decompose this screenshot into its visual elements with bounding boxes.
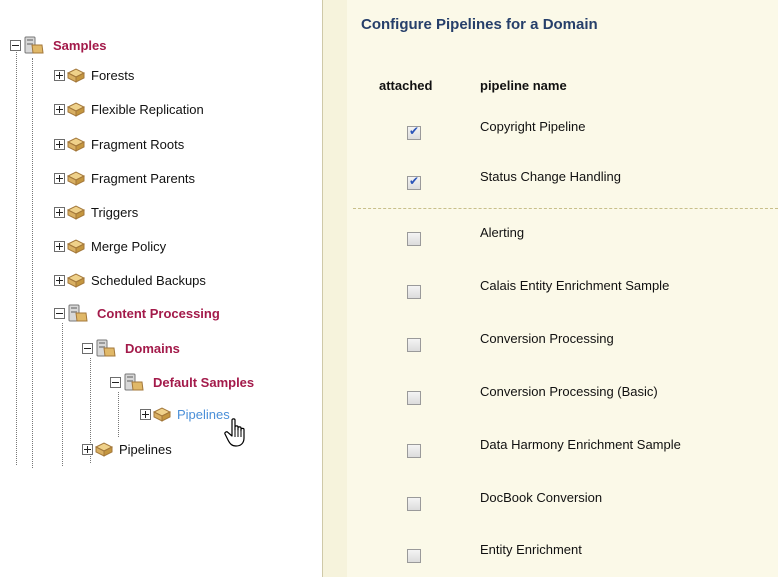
attached-checkbox[interactable] <box>407 549 421 563</box>
tree-node-samples[interactable]: Samples <box>10 34 106 56</box>
navigation-tree: Samples Forests Flexible Replication Fra… <box>0 0 322 577</box>
tree-node-fragment-roots[interactable]: Fragment Roots <box>54 133 184 155</box>
tree-node-content-processing[interactable]: Content Processing <box>54 302 220 324</box>
tree-label: Default Samples <box>153 374 255 390</box>
attached-checkbox[interactable] <box>407 232 421 246</box>
attached-checkbox[interactable] <box>407 174 421 190</box>
package-icon <box>67 136 85 152</box>
package-icon <box>67 204 85 220</box>
tree-label: Flexible Replication <box>91 101 204 117</box>
attached-checkbox[interactable] <box>407 497 421 511</box>
tree-label: Domains <box>125 340 180 356</box>
tree-node-pipelines[interactable]: Pipelines <box>82 438 172 460</box>
pipeline-name: Copyright Pipeline <box>480 119 586 134</box>
expand-icon[interactable] <box>54 103 65 115</box>
package-icon <box>67 170 85 186</box>
tree-node-forests[interactable]: Forests <box>54 64 134 86</box>
tree-connector <box>16 50 17 465</box>
tree-label: Scheduled Backups <box>91 272 206 288</box>
package-icon <box>153 406 171 422</box>
tree-label: Fragment Roots <box>91 136 185 152</box>
expand-icon[interactable] <box>82 443 93 455</box>
server-folder-icon <box>68 304 88 322</box>
pipeline-name: Alerting <box>480 225 525 240</box>
tree-label: Pipelines <box>119 441 172 457</box>
tree-label: Pipelines <box>177 406 230 422</box>
configure-pipelines-panel: Configure Pipelines for a Domain attache… <box>322 0 778 577</box>
pipeline-name: Conversion Processing (Basic) <box>480 384 658 399</box>
server-folder-icon <box>96 339 116 357</box>
tree-node-scheduled-backups[interactable]: Scheduled Backups <box>54 269 206 291</box>
collapse-icon[interactable] <box>54 307 65 319</box>
tree-label: Forests <box>91 67 135 83</box>
expand-icon[interactable] <box>54 138 65 150</box>
tree-node-fragment-parents[interactable]: Fragment Parents <box>54 167 195 189</box>
pipeline-name: Status Change Handling <box>480 169 621 184</box>
package-icon <box>67 67 85 83</box>
package-icon <box>67 272 85 288</box>
tree-connector <box>32 58 33 468</box>
collapse-icon[interactable] <box>110 376 121 388</box>
attached-checkbox[interactable] <box>407 444 421 458</box>
expand-icon[interactable] <box>54 240 65 252</box>
tree-node-default-samples[interactable]: Default Samples <box>110 371 254 393</box>
package-icon <box>67 238 85 254</box>
tree-node-merge-policy[interactable]: Merge Policy <box>54 235 166 257</box>
attached-checkbox[interactable] <box>407 124 421 140</box>
tree-label: Samples <box>53 37 107 53</box>
tree-node-triggers[interactable]: Triggers <box>54 201 138 223</box>
tree-label: Merge Policy <box>91 238 167 254</box>
package-icon <box>67 101 85 117</box>
expand-icon[interactable] <box>54 274 65 286</box>
expand-icon[interactable] <box>54 69 65 81</box>
pipeline-name: Entity Enrichment <box>480 542 582 557</box>
separator <box>353 208 778 209</box>
hand-cursor-icon <box>224 418 245 447</box>
tree-node-domain-pipelines[interactable]: Pipelines <box>140 403 230 425</box>
attached-checkbox[interactable] <box>407 391 421 405</box>
expand-icon[interactable] <box>54 172 65 184</box>
tree-label: Triggers <box>91 204 139 220</box>
tree-label: Fragment Parents <box>91 170 196 186</box>
column-header-pipeline-name: pipeline name <box>480 78 567 93</box>
tree-label: Content Processing <box>97 305 220 321</box>
tree-connector <box>62 323 63 466</box>
server-folder-icon <box>24 36 44 54</box>
attached-checkbox[interactable] <box>407 338 421 352</box>
tree-connector <box>118 392 119 437</box>
package-icon <box>95 441 113 457</box>
pipeline-name: Calais Entity Enrichment Sample <box>480 278 670 293</box>
attached-checkbox[interactable] <box>407 285 421 299</box>
column-header-attached: attached <box>379 78 433 93</box>
collapse-icon[interactable] <box>10 39 21 51</box>
tree-node-flexible-replication[interactable]: Flexible Replication <box>54 98 204 120</box>
pipeline-name: DocBook Conversion <box>480 490 603 505</box>
expand-icon[interactable] <box>140 408 151 420</box>
pipeline-name: Conversion Processing <box>480 331 614 346</box>
pipeline-name: Data Harmony Enrichment Sample <box>480 437 681 452</box>
server-folder-icon <box>124 373 144 391</box>
collapse-icon[interactable] <box>82 342 93 354</box>
panel-title: Configure Pipelines for a Domain <box>361 16 598 33</box>
expand-icon[interactable] <box>54 206 65 218</box>
tree-node-domains[interactable]: Domains <box>82 337 180 359</box>
